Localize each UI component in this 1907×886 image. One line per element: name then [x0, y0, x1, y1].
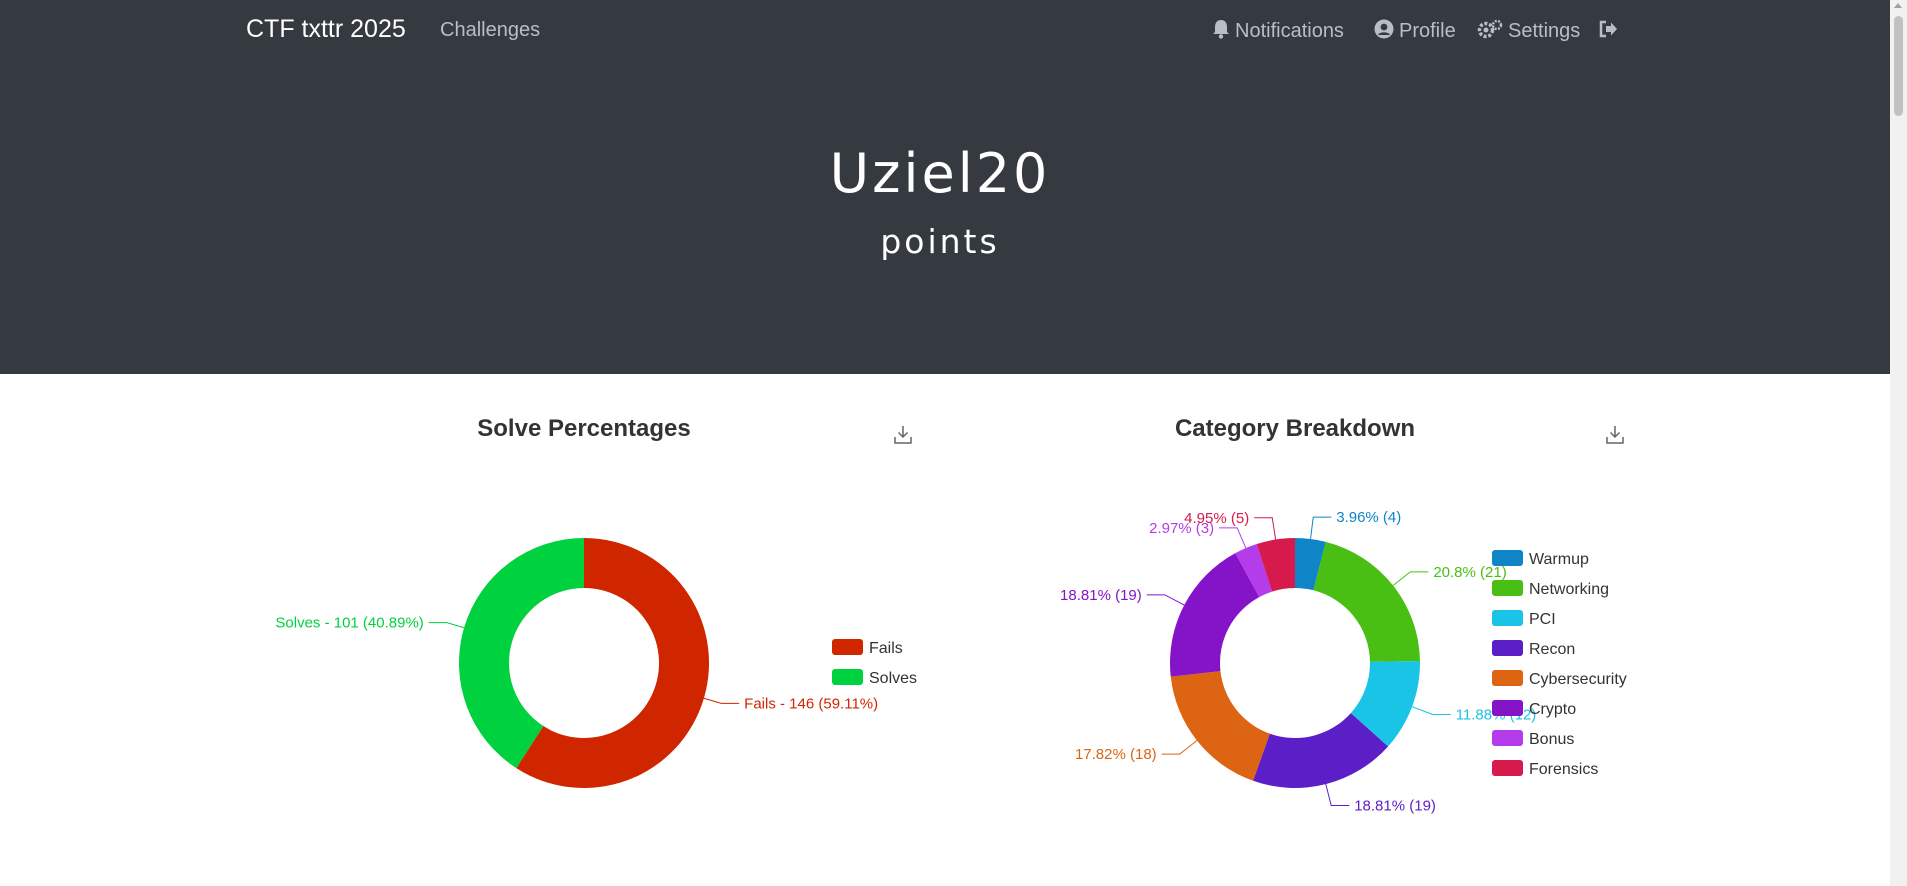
pie-slices	[459, 538, 710, 789]
pie-slices	[1170, 538, 1420, 789]
legend-swatch	[1492, 670, 1523, 686]
slice-label: 4.95% (5)	[1184, 510, 1249, 527]
nav-notifications-label: Notifications	[1235, 20, 1344, 42]
brand-link[interactable]: CTF txttr 2025	[246, 15, 406, 44]
label-line	[428, 622, 465, 629]
chart-legend: Fails Solves	[832, 639, 917, 687]
pie-slice[interactable]	[1313, 541, 1420, 662]
slice-label: Solves - 101 (40.89%)	[275, 615, 423, 632]
legend-swatch	[1492, 730, 1523, 746]
team-name: Uziel20	[829, 142, 1051, 205]
legend-swatch	[1492, 580, 1523, 596]
team-header	[0, 62, 1890, 374]
legend-swatch	[1492, 550, 1523, 566]
label-line	[1411, 706, 1451, 715]
legend-item[interactable]: Crypto	[1529, 701, 1576, 718]
category-breakdown-chart: Category Breakdown 3.96% (4)20.8% (21)11…	[1060, 415, 1627, 814]
label-line	[1310, 516, 1332, 540]
label-line	[1161, 740, 1198, 755]
chart-title: Solve Percentages	[477, 415, 690, 442]
label-line	[1254, 517, 1277, 540]
slice-label: 20.8% (21)	[1433, 564, 1506, 581]
legend-swatch	[1492, 760, 1523, 776]
navbar: CTF txttr 2025 Challenges Notifications …	[0, 0, 1890, 62]
chart-legend: Warmup Networking PCI Recon Cybersecurity Cry…	[1492, 550, 1627, 778]
legend-item[interactable]: Cybersecurity	[1529, 671, 1627, 688]
label-line	[1325, 784, 1350, 806]
team-points: points	[880, 222, 1000, 261]
slice-label: 3.96% (4)	[1336, 509, 1401, 526]
label-line	[1219, 527, 1247, 549]
download-icon[interactable]	[1606, 426, 1624, 444]
pie-slice[interactable]	[1170, 671, 1270, 781]
bell-icon	[1213, 20, 1229, 39]
scrollbar[interactable]	[1890, 0, 1907, 886]
pie-slice[interactable]	[459, 538, 584, 769]
slice-label: Fails - 146 (59.11%)	[744, 695, 878, 712]
nav-settings-label: Settings	[1508, 20, 1581, 42]
chart-title: Category Breakdown	[1175, 415, 1415, 442]
legend-swatch	[832, 639, 863, 655]
legend-item[interactable]: Recon	[1529, 641, 1575, 658]
nav-settings[interactable]: Settings	[1477, 19, 1580, 43]
legend-item[interactable]: Forensics	[1529, 761, 1598, 778]
slice-label: 17.82% (18)	[1075, 746, 1157, 763]
label-line	[1392, 571, 1429, 586]
slice-labels: Fails - 146 (59.11%) Solves - 101 (40.89%…	[275, 615, 878, 713]
scroll-up-arrow[interactable]	[1894, 3, 1902, 8]
legend-item[interactable]: Solves	[869, 670, 917, 687]
user-circle-icon	[1374, 19, 1394, 39]
slice-label: 18.81% (19)	[1354, 797, 1436, 814]
legend-item[interactable]: Fails	[869, 640, 903, 657]
nav-profile-label: Profile	[1399, 20, 1456, 42]
legend-swatch	[1492, 640, 1523, 656]
nav-notifications[interactable]: Notifications	[1212, 19, 1344, 43]
sign-out-icon	[1599, 20, 1617, 38]
nav-logout[interactable]	[1598, 19, 1623, 43]
legend-swatch	[1492, 610, 1523, 626]
legend-swatch	[832, 669, 863, 685]
nav-profile[interactable]: Profile	[1374, 19, 1456, 43]
download-icon[interactable]	[894, 426, 912, 444]
legend-item[interactable]: Networking	[1529, 581, 1609, 598]
label-line	[1146, 594, 1185, 606]
solve-percentages-chart: Solve Percentages Fails - 146 (59.11%) So…	[275, 415, 917, 789]
legend-item[interactable]: Bonus	[1529, 731, 1574, 748]
label-line	[703, 697, 740, 704]
legend-item[interactable]: Warmup	[1529, 551, 1589, 568]
slice-label: 18.81% (19)	[1060, 587, 1142, 604]
scrollbar-thumb[interactable]	[1894, 16, 1903, 116]
charts-area: Solve Percentages Fails - 146 (59.11%) So…	[275, 415, 1627, 814]
nav-challenges[interactable]: Challenges	[440, 19, 540, 42]
cogs-icon	[1477, 19, 1503, 39]
legend-swatch	[1492, 700, 1523, 716]
legend-item[interactable]: PCI	[1529, 611, 1556, 628]
